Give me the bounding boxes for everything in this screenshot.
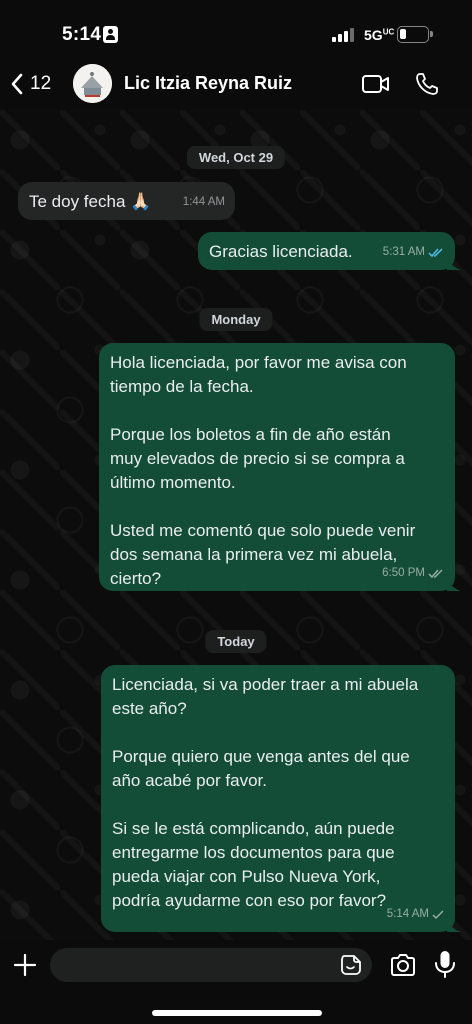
date-separator: Monday bbox=[199, 308, 273, 331]
network-suffix: UC bbox=[382, 27, 395, 37]
message-meta: 6:50 PM bbox=[382, 561, 445, 585]
home-indicator bbox=[152, 1010, 322, 1016]
message-time: 1:44 AM bbox=[182, 196, 225, 208]
date-separator: Today bbox=[205, 630, 267, 653]
attach-button[interactable] bbox=[10, 950, 40, 980]
read-receipt-icon bbox=[428, 247, 443, 257]
contact-card-icon bbox=[103, 26, 118, 43]
phone-icon bbox=[416, 73, 438, 95]
camera-icon bbox=[391, 954, 415, 976]
back-button[interactable]: 12 bbox=[10, 66, 68, 102]
message-time: 5:31 AM bbox=[382, 246, 425, 258]
network-type: 5G bbox=[364, 27, 383, 43]
message-text: Hola licenciada, por favor me avisa con … bbox=[110, 353, 416, 588]
delivered-receipt-icon bbox=[428, 568, 443, 578]
message-text: Te doy fecha 🙏🏻 bbox=[29, 192, 152, 211]
avatar-image bbox=[73, 64, 112, 103]
plus-icon bbox=[13, 953, 37, 977]
sticker-icon bbox=[341, 955, 361, 975]
message-meta: 5:14 AM bbox=[387, 902, 445, 926]
message-time: 6:50 PM bbox=[382, 567, 425, 579]
message-bubble-outgoing[interactable]: Gracias licenciada. 5:31 AM bbox=[198, 232, 461, 270]
video-call-button[interactable] bbox=[359, 68, 393, 100]
network-label: 5GUC bbox=[364, 27, 394, 43]
battery-level bbox=[400, 29, 406, 39]
status-bar: 5:14 5GUC bbox=[0, 0, 472, 60]
contact-name[interactable]: Lic Itzia Reyna Ruiz bbox=[124, 73, 292, 94]
chat-header: 12 Lic Itzia Reyna Ruiz bbox=[0, 58, 472, 110]
voice-call-button[interactable] bbox=[410, 68, 444, 100]
message-input[interactable] bbox=[50, 948, 372, 982]
microphone-icon bbox=[435, 951, 455, 978]
message-bubble-outgoing[interactable]: Licenciada, si va poder traer a mi abuel… bbox=[101, 665, 461, 932]
message-meta: 1:44 AM bbox=[183, 190, 225, 214]
message-time: 5:14 AM bbox=[386, 908, 429, 920]
video-call-icon bbox=[362, 75, 389, 93]
message-bubble-incoming[interactable]: Te doy fecha 🙏🏻 1:44 AM bbox=[18, 182, 235, 220]
chevron-left-icon bbox=[11, 73, 23, 95]
sticker-button[interactable] bbox=[340, 954, 362, 976]
voice-message-button[interactable] bbox=[430, 948, 460, 980]
avatar[interactable] bbox=[73, 64, 112, 103]
message-bubble-outgoing[interactable]: Hola licenciada, por favor me avisa con … bbox=[99, 343, 461, 591]
bubble-tail bbox=[447, 577, 461, 591]
camera-button[interactable] bbox=[388, 950, 418, 980]
unread-count: 12 bbox=[30, 73, 52, 94]
message-composer bbox=[0, 940, 472, 1024]
sent-check-icon bbox=[432, 909, 444, 919]
status-time: 5:14 bbox=[62, 24, 102, 45]
signal-icon bbox=[332, 28, 356, 42]
message-meta: 5:31 AM bbox=[383, 240, 445, 264]
battery-icon bbox=[397, 26, 433, 43]
message-text: Licenciada, si va poder traer a mi abuel… bbox=[112, 675, 419, 910]
chat-screen: 5:14 5GUC 12 Lic Itzia Reyna Ruiz Wed, O… bbox=[0, 0, 472, 1024]
date-separator: Wed, Oct 29 bbox=[186, 146, 286, 169]
bubble-tail bbox=[447, 256, 461, 270]
bubble-tail bbox=[447, 918, 461, 932]
message-text: Gracias licenciada. bbox=[209, 242, 353, 261]
